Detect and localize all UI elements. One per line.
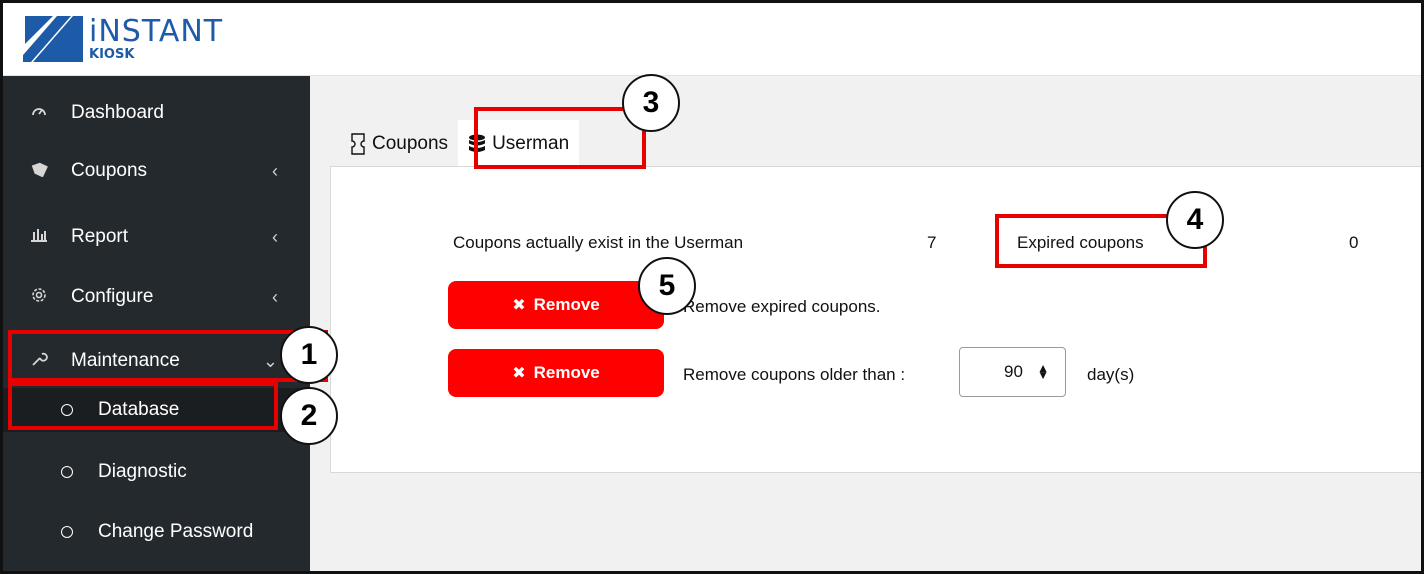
chevron-left-icon: ‹ [272,226,278,247]
brand-mark-icon [23,16,83,62]
sidebar-subitem-change-password[interactable]: Change Password [3,510,310,554]
top-header: iNSTANT KIOSK [3,3,1421,76]
remove-older-button[interactable]: ✖ Remove [448,349,664,397]
brand-subtitle: KIOSK [89,47,135,62]
close-icon: ✖ [512,297,526,314]
days-unit-label: day(s) [1087,365,1135,384]
sidebar-subitem-label: Diagnostic [98,461,187,482]
highlight-userman-tab [474,107,646,169]
brand-name: iNSTANT [89,14,224,49]
gauge-icon [27,103,51,123]
gear-icon [27,286,51,308]
ticket-icon [351,133,365,155]
days-stepper[interactable]: 90 ▲ ▼ [959,347,1066,397]
close-icon: ✖ [512,365,526,382]
remove-older-description: Remove coupons older than : [683,365,906,384]
sidebar-item-label: Configure [71,286,154,307]
sidebar-item-label: Report [71,226,129,247]
chevron-left-icon: ‹ [272,286,278,307]
sidebar-subitem-label: Change Password [98,521,254,542]
tag-icon [27,161,51,181]
step-badge-4: 4 [1166,191,1224,249]
brand-logo[interactable]: iNSTANT KIOSK [23,11,223,67]
tab-label: Coupons [372,133,449,154]
sidebar-item-configure[interactable]: Configure ‹ [3,272,310,322]
circle-icon [61,466,73,478]
sidebar-item-coupons[interactable]: Coupons ‹ [3,146,310,196]
remove-button-label: Remove [533,363,600,382]
expired-coupons-count: 0 [1349,233,1359,252]
step-badge-1: 1 [280,326,338,384]
existing-coupons-count: 7 [927,233,937,252]
sidebar-item-dashboard[interactable]: Dashboard [3,88,310,138]
chevron-left-icon: ‹ [272,160,278,181]
screenshot-frame: iNSTANT KIOSK Dashboard Coupons ‹ Report… [0,0,1424,574]
days-value: 90 [1004,362,1023,381]
bar-chart-icon [27,228,51,246]
remove-button-label: Remove [533,295,600,314]
userman-panel: Coupons actually exist in the Userman 7 … [330,166,1421,473]
tab-coupons[interactable]: Coupons [340,120,458,168]
step-badge-5: 5 [638,257,696,315]
sidebar-item-label: Dashboard [71,102,164,123]
sidebar-item-label: Coupons [71,160,148,181]
step-badge-2: 2 [280,387,338,445]
sidebar: Dashboard Coupons ‹ Report ‹ Configure ‹ [3,76,310,571]
highlight-database [8,382,278,430]
sidebar-item-report[interactable]: Report ‹ [3,212,310,262]
spinner-arrows-icon[interactable]: ▲ ▼ [1037,362,1049,381]
remove-expired-button[interactable]: ✖ Remove [448,281,664,329]
sidebar-subitem-diagnostic[interactable]: Diagnostic [3,450,310,494]
circle-icon [61,526,73,538]
remove-expired-description: Remove expired coupons. [683,297,881,316]
step-badge-3: 3 [622,74,680,132]
existing-coupons-label: Coupons actually exist in the Userman [453,233,744,252]
